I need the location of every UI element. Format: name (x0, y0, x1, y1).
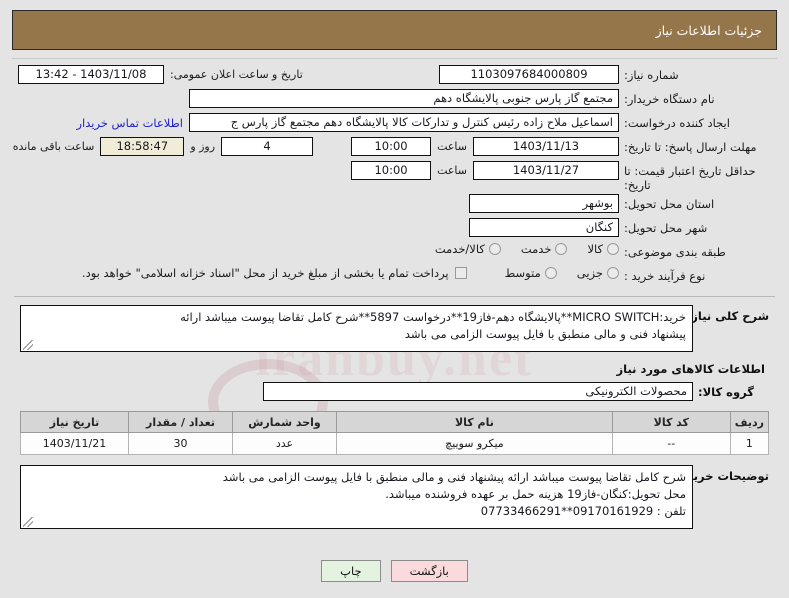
table-header-row: ردیف کد کالا نام کالا واحد شمارش تعداد /… (20, 411, 770, 433)
need-number-input[interactable]: 1103097684000809 (439, 65, 619, 84)
price-validity-label: حداقل تاریخ اعتبار قیمت: تا تاریخ: (624, 164, 756, 192)
purchase-process-option-medium-label: متوسط (504, 266, 541, 280)
product-group-label: گروه کالا: (698, 384, 754, 399)
buyer-notes-row: توضیحات خریدار: شرح کامل تقاضا پیوست میب… (12, 455, 777, 529)
treasury-checkbox[interactable] (454, 267, 467, 279)
treasury-note-label: پرداخت تمام یا بخشی از مبلغ خرید از محل … (81, 266, 449, 280)
row-requester: ایجاد کننده درخواست: اسماعیل ملاح زاده ر… (18, 113, 771, 135)
subject-class-option-service[interactable]: خدمت (521, 242, 568, 256)
row-purchase-process: نوع فرآیند خرید : جزیی متوسط پرداخت تمام… (18, 266, 771, 288)
row-city: شهر محل تحویل: کنگان (18, 218, 771, 240)
city-label: شهر محل تحویل: (624, 221, 708, 235)
province-input[interactable]: بوشهر (469, 194, 619, 213)
days-remaining-input[interactable]: 4 (221, 137, 314, 156)
subject-class-option-service-label: خدمت (520, 242, 552, 256)
cell-row-index: 1 (729, 432, 770, 455)
remaining-label: ساعت باقی مانده (12, 140, 95, 153)
row-province: استان محل تحویل: بوشهر (18, 194, 771, 216)
purchase-process-radio-group: جزیی متوسط (489, 266, 619, 280)
need-description-line-1: خرید:MICRO SWITCH**پالایشگاه دهم-فاز19**… (180, 310, 686, 324)
need-description-line-2: پیشنهاد فنی و مالی منطبق با فایل پیوست ا… (404, 327, 686, 341)
buyer-notes-line-2: محل تحویل:کنگان-فاز19 هزینه حمل بر عهده … (385, 487, 686, 501)
need-description-row: شرح کلی نیاز: خرید:MICRO SWITCH**پالایشگ… (12, 305, 777, 352)
cell-item-date: 1403/11/21 (20, 432, 129, 455)
requester-input[interactable]: اسماعیل ملاح زاده رئیس کنترل و تدارکات ک… (189, 113, 619, 132)
row-buyer-org: نام دستگاه خریدار: مجتمع گاز پارس جنوبی … (18, 89, 771, 111)
cell-item-name: میکرو سوییچ (336, 432, 613, 455)
page-title: جزئیات اطلاعات نیاز (655, 22, 762, 38)
subject-class-option-goods[interactable]: کالا (587, 242, 619, 256)
resize-grip-icon[interactable] (23, 340, 33, 350)
announce-datetime-label: تاریخ و ساعت اعلان عمومی: (170, 68, 303, 81)
city-input[interactable]: کنگان (469, 218, 619, 237)
radio-icon[interactable] (488, 243, 501, 255)
section-divider-top (14, 296, 775, 297)
province-label: استان محل تحویل: (624, 197, 715, 211)
requester-label: ایجاد کننده درخواست: (624, 116, 730, 130)
subject-class-option-goods-label: کالا (587, 242, 603, 256)
column-header-name: نام کالا (336, 411, 613, 433)
purchase-process-option-minor[interactable]: جزیی (577, 266, 619, 280)
radio-icon[interactable] (607, 267, 619, 279)
content-frame: iranbuy.net شماره نیاز: 1103097684000809… (12, 58, 777, 590)
subject-class-label: طبقه بندی موضوعی: (624, 245, 726, 259)
buyer-notes-textarea[interactable]: شرح کامل تقاضا پیوست میباشد ارائه پیشنها… (20, 465, 693, 529)
purchase-process-option-minor-label: جزیی (576, 266, 603, 280)
column-header-row: ردیف (729, 411, 770, 433)
subject-class-radio-group: کالا خدمت کالا/خدمت (419, 242, 619, 256)
subject-class-option-goods-service[interactable]: کالا/خدمت (435, 242, 501, 256)
page-root: جزئیات اطلاعات نیاز iranbuy.net شماره نی… (0, 0, 789, 598)
response-deadline-date-input[interactable]: 1403/11/13 (473, 137, 619, 156)
page-header: جزئیات اطلاعات نیاز (12, 10, 777, 50)
response-deadline-time-input[interactable]: 10:00 (351, 137, 432, 156)
column-header-date: تاریخ نیاز (20, 411, 129, 433)
response-deadline-label: مهلت ارسال پاسخ: تا تاریخ: (624, 140, 757, 154)
items-table-wrapper: ردیف کد کالا نام کالا واحد شمارش تعداد /… (12, 411, 777, 455)
response-deadline-time-label: ساعت (437, 140, 467, 153)
clock-remaining-input[interactable]: 18:58:47 (100, 137, 185, 156)
row-price-validity: حداقل تاریخ اعتبار قیمت: تا تاریخ: 1403/… (18, 161, 771, 192)
price-validity-time-input[interactable]: 10:00 (351, 161, 432, 180)
footer-actions: بازگشت چاپ (12, 560, 777, 582)
price-validity-time-label: ساعت (437, 164, 467, 177)
back-button[interactable]: بازگشت (390, 560, 468, 582)
row-subject-class: طبقه بندی موضوعی: کالا خدمت کالا/خدمت (18, 242, 771, 264)
subject-class-option-goods-service-label: کالا/خدمت (434, 242, 485, 256)
buyer-org-input[interactable]: مجتمع گاز پارس جنوبی پالایشگاه دهم (189, 89, 619, 108)
cell-item-qty: 30 (128, 432, 233, 455)
product-group-input[interactable]: محصولات الکترونیکی (263, 382, 693, 401)
price-validity-date-input[interactable]: 1403/11/27 (473, 161, 619, 180)
purchase-process-label: نوع فرآیند خرید : (624, 269, 706, 283)
column-header-code: کد کالا (611, 411, 731, 433)
purchase-process-option-medium[interactable]: متوسط (505, 266, 557, 280)
cell-item-unit: عدد (232, 432, 337, 455)
need-number-label: شماره نیاز: (624, 68, 679, 82)
radio-icon[interactable] (555, 243, 568, 255)
column-header-unit: واحد شمارش (232, 411, 337, 433)
table-row: 1 -- میکرو سوییچ عدد 30 1403/11/21 (20, 432, 770, 455)
announce-datetime-input[interactable]: 1403/11/08 - 13:42 (18, 65, 164, 84)
column-header-qty: تعداد / مقدار (128, 411, 233, 433)
row-need-number: شماره نیاز: 1103097684000809 تاریخ و ساع… (18, 65, 771, 87)
need-description-textarea[interactable]: خرید:MICRO SWITCH**پالایشگاه دهم-فاز19**… (20, 305, 693, 352)
buyer-contact-link[interactable]: اطلاعات تماس خریدار (76, 116, 183, 130)
form-area: شماره نیاز: 1103097684000809 تاریخ و ساع… (12, 59, 777, 288)
resize-grip-icon[interactable] (23, 517, 33, 527)
need-description-label: شرح کلی نیاز: (686, 309, 769, 323)
cell-item-code: -- (611, 432, 731, 455)
buyer-notes-line-3: تلفن : 09170161929**07733466291 (480, 504, 686, 518)
row-response-deadline: مهلت ارسال پاسخ: تا تاریخ: 1403/11/13 سا… (13, 137, 771, 159)
items-section-title: اطلاعات کالاهای مورد نیاز (616, 362, 765, 376)
product-group-row: گروه کالا: محصولات الکترونیکی (12, 382, 777, 401)
radio-icon[interactable] (607, 243, 619, 255)
buyer-notes-label: توضیحات خریدار: (671, 469, 769, 483)
print-button[interactable]: چاپ (321, 560, 381, 582)
buyer-org-label: نام دستگاه خریدار: (624, 92, 715, 106)
buyer-notes-line-1: شرح کامل تقاضا پیوست میباشد ارائه پیشنها… (222, 470, 686, 484)
days-remaining-label: روز و (190, 140, 216, 153)
radio-icon[interactable] (544, 267, 557, 279)
items-table: ردیف کد کالا نام کالا واحد شمارش تعداد /… (20, 411, 770, 455)
